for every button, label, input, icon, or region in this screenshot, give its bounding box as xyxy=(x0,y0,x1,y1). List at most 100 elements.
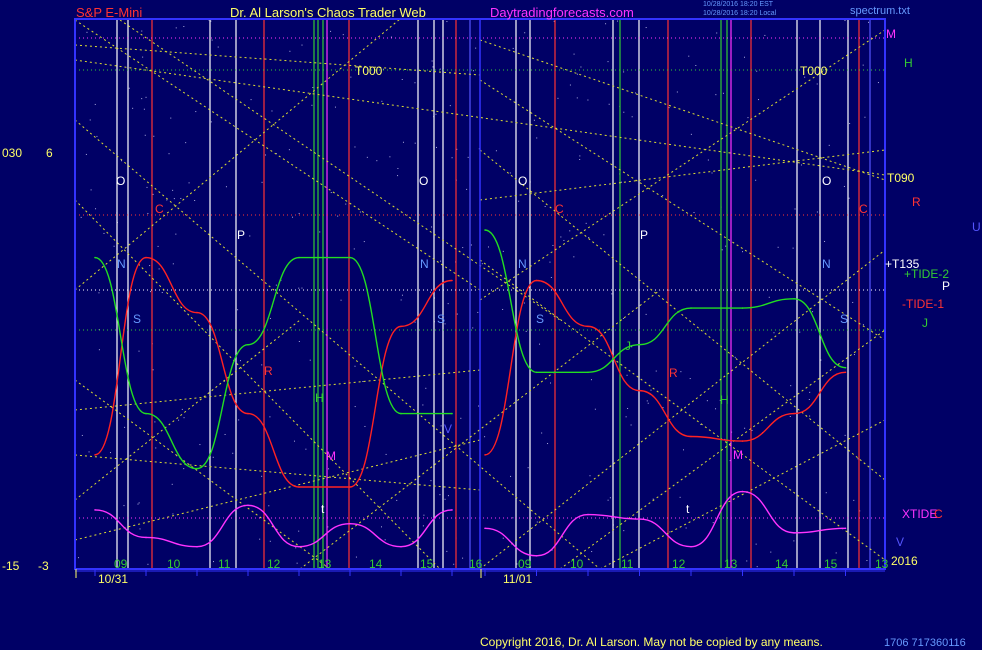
star-dot xyxy=(524,32,526,34)
star-dot xyxy=(550,276,552,278)
star-dot xyxy=(145,96,147,98)
star-dot xyxy=(611,293,613,295)
star-dot xyxy=(467,156,469,158)
star-dot xyxy=(877,82,879,84)
star-dot xyxy=(552,244,554,246)
star-dot xyxy=(790,385,792,387)
series-point xyxy=(145,536,147,539)
series-point xyxy=(844,371,847,374)
star-dot xyxy=(268,505,270,507)
star-dot xyxy=(98,349,100,351)
right-label-tide1: -TIDE-1 xyxy=(902,297,944,311)
star-dot xyxy=(764,34,766,36)
star-dot xyxy=(224,433,226,435)
star-dot xyxy=(509,172,511,174)
star-dot xyxy=(758,99,760,101)
right-label-u: U xyxy=(972,220,981,234)
star-dot xyxy=(609,497,611,499)
star-dot xyxy=(669,531,671,533)
star-dot xyxy=(423,514,425,516)
star-dot xyxy=(484,436,486,438)
series-point xyxy=(844,366,847,369)
star-dot xyxy=(852,301,854,303)
star-dot xyxy=(301,287,303,289)
star-dot xyxy=(422,404,424,406)
star-dot xyxy=(536,137,538,139)
star-dot xyxy=(620,181,622,183)
hour-tick: 09 xyxy=(114,557,128,571)
copyright: Copyright 2016, Dr. Al Larson. May not b… xyxy=(480,635,823,649)
star-dot xyxy=(152,369,154,371)
series-point xyxy=(196,545,198,548)
cycle-label-t: t xyxy=(686,502,690,516)
star-dot xyxy=(512,517,514,519)
star-dot xyxy=(844,20,846,22)
series-point xyxy=(451,412,453,415)
series-point xyxy=(535,279,538,282)
star-dot xyxy=(808,398,810,400)
gann-ray xyxy=(479,259,886,561)
series-point xyxy=(741,490,744,493)
star-dot xyxy=(462,557,464,559)
cycle-label-h: H xyxy=(315,391,324,405)
site-url[interactable]: Daytradingforecasts.com xyxy=(490,6,634,19)
series-point xyxy=(638,389,641,392)
series-point xyxy=(587,371,589,374)
star-dot xyxy=(668,107,670,109)
gann-ray xyxy=(74,319,301,501)
star-dot xyxy=(225,186,227,188)
timestamp-est: 10/28/2016 18:20 EST xyxy=(703,1,774,8)
star-dot xyxy=(149,265,151,267)
series-point xyxy=(451,279,453,282)
star-dot xyxy=(390,36,392,38)
series-point xyxy=(298,545,300,548)
star-dot xyxy=(734,356,736,358)
star-dot xyxy=(744,427,746,429)
star-dot xyxy=(166,199,168,201)
star-dot xyxy=(603,234,605,236)
star-dot xyxy=(124,426,126,428)
star-dot xyxy=(862,64,864,66)
star-dot xyxy=(481,263,483,265)
star-dot xyxy=(154,421,156,423)
star-dot xyxy=(444,498,446,500)
star-dot xyxy=(298,530,300,532)
star-dot xyxy=(269,416,271,418)
star-dot xyxy=(707,159,709,161)
cycle-label-o: O xyxy=(419,174,429,188)
star-dot xyxy=(693,212,695,214)
y-left-top-outer: 030 xyxy=(2,146,23,160)
star-dot xyxy=(557,97,559,99)
star-dot xyxy=(816,211,818,213)
star-dot xyxy=(172,513,174,515)
footer-code: 1706 717360116 xyxy=(884,637,966,649)
star-dot xyxy=(792,247,794,249)
star-dot xyxy=(147,212,149,214)
star-dot xyxy=(435,146,437,148)
hour-tick: 11 xyxy=(621,557,634,571)
star-dot xyxy=(128,87,130,89)
star-dot xyxy=(662,194,664,196)
star-dot xyxy=(359,211,361,213)
star-dot xyxy=(113,245,115,247)
star-dot xyxy=(607,499,609,501)
star-dot xyxy=(696,290,698,292)
star-dot xyxy=(617,20,619,22)
star-dot xyxy=(232,452,234,454)
star-dot xyxy=(146,186,148,188)
star-dot xyxy=(676,91,678,93)
star-dot xyxy=(422,525,424,527)
star-dot xyxy=(712,522,714,524)
ray-label-t000: T000 xyxy=(800,64,828,78)
star-dots xyxy=(75,19,879,570)
star-dot xyxy=(211,39,213,41)
hour-tick: 16 xyxy=(469,557,483,571)
star-dot xyxy=(138,350,140,352)
star-dot xyxy=(824,240,826,242)
star-dot xyxy=(685,527,687,529)
star-dot xyxy=(527,467,529,469)
star-dot xyxy=(588,237,590,239)
star-dot xyxy=(188,182,190,184)
cycle-label-c: C xyxy=(859,202,868,216)
star-dot xyxy=(298,340,300,342)
